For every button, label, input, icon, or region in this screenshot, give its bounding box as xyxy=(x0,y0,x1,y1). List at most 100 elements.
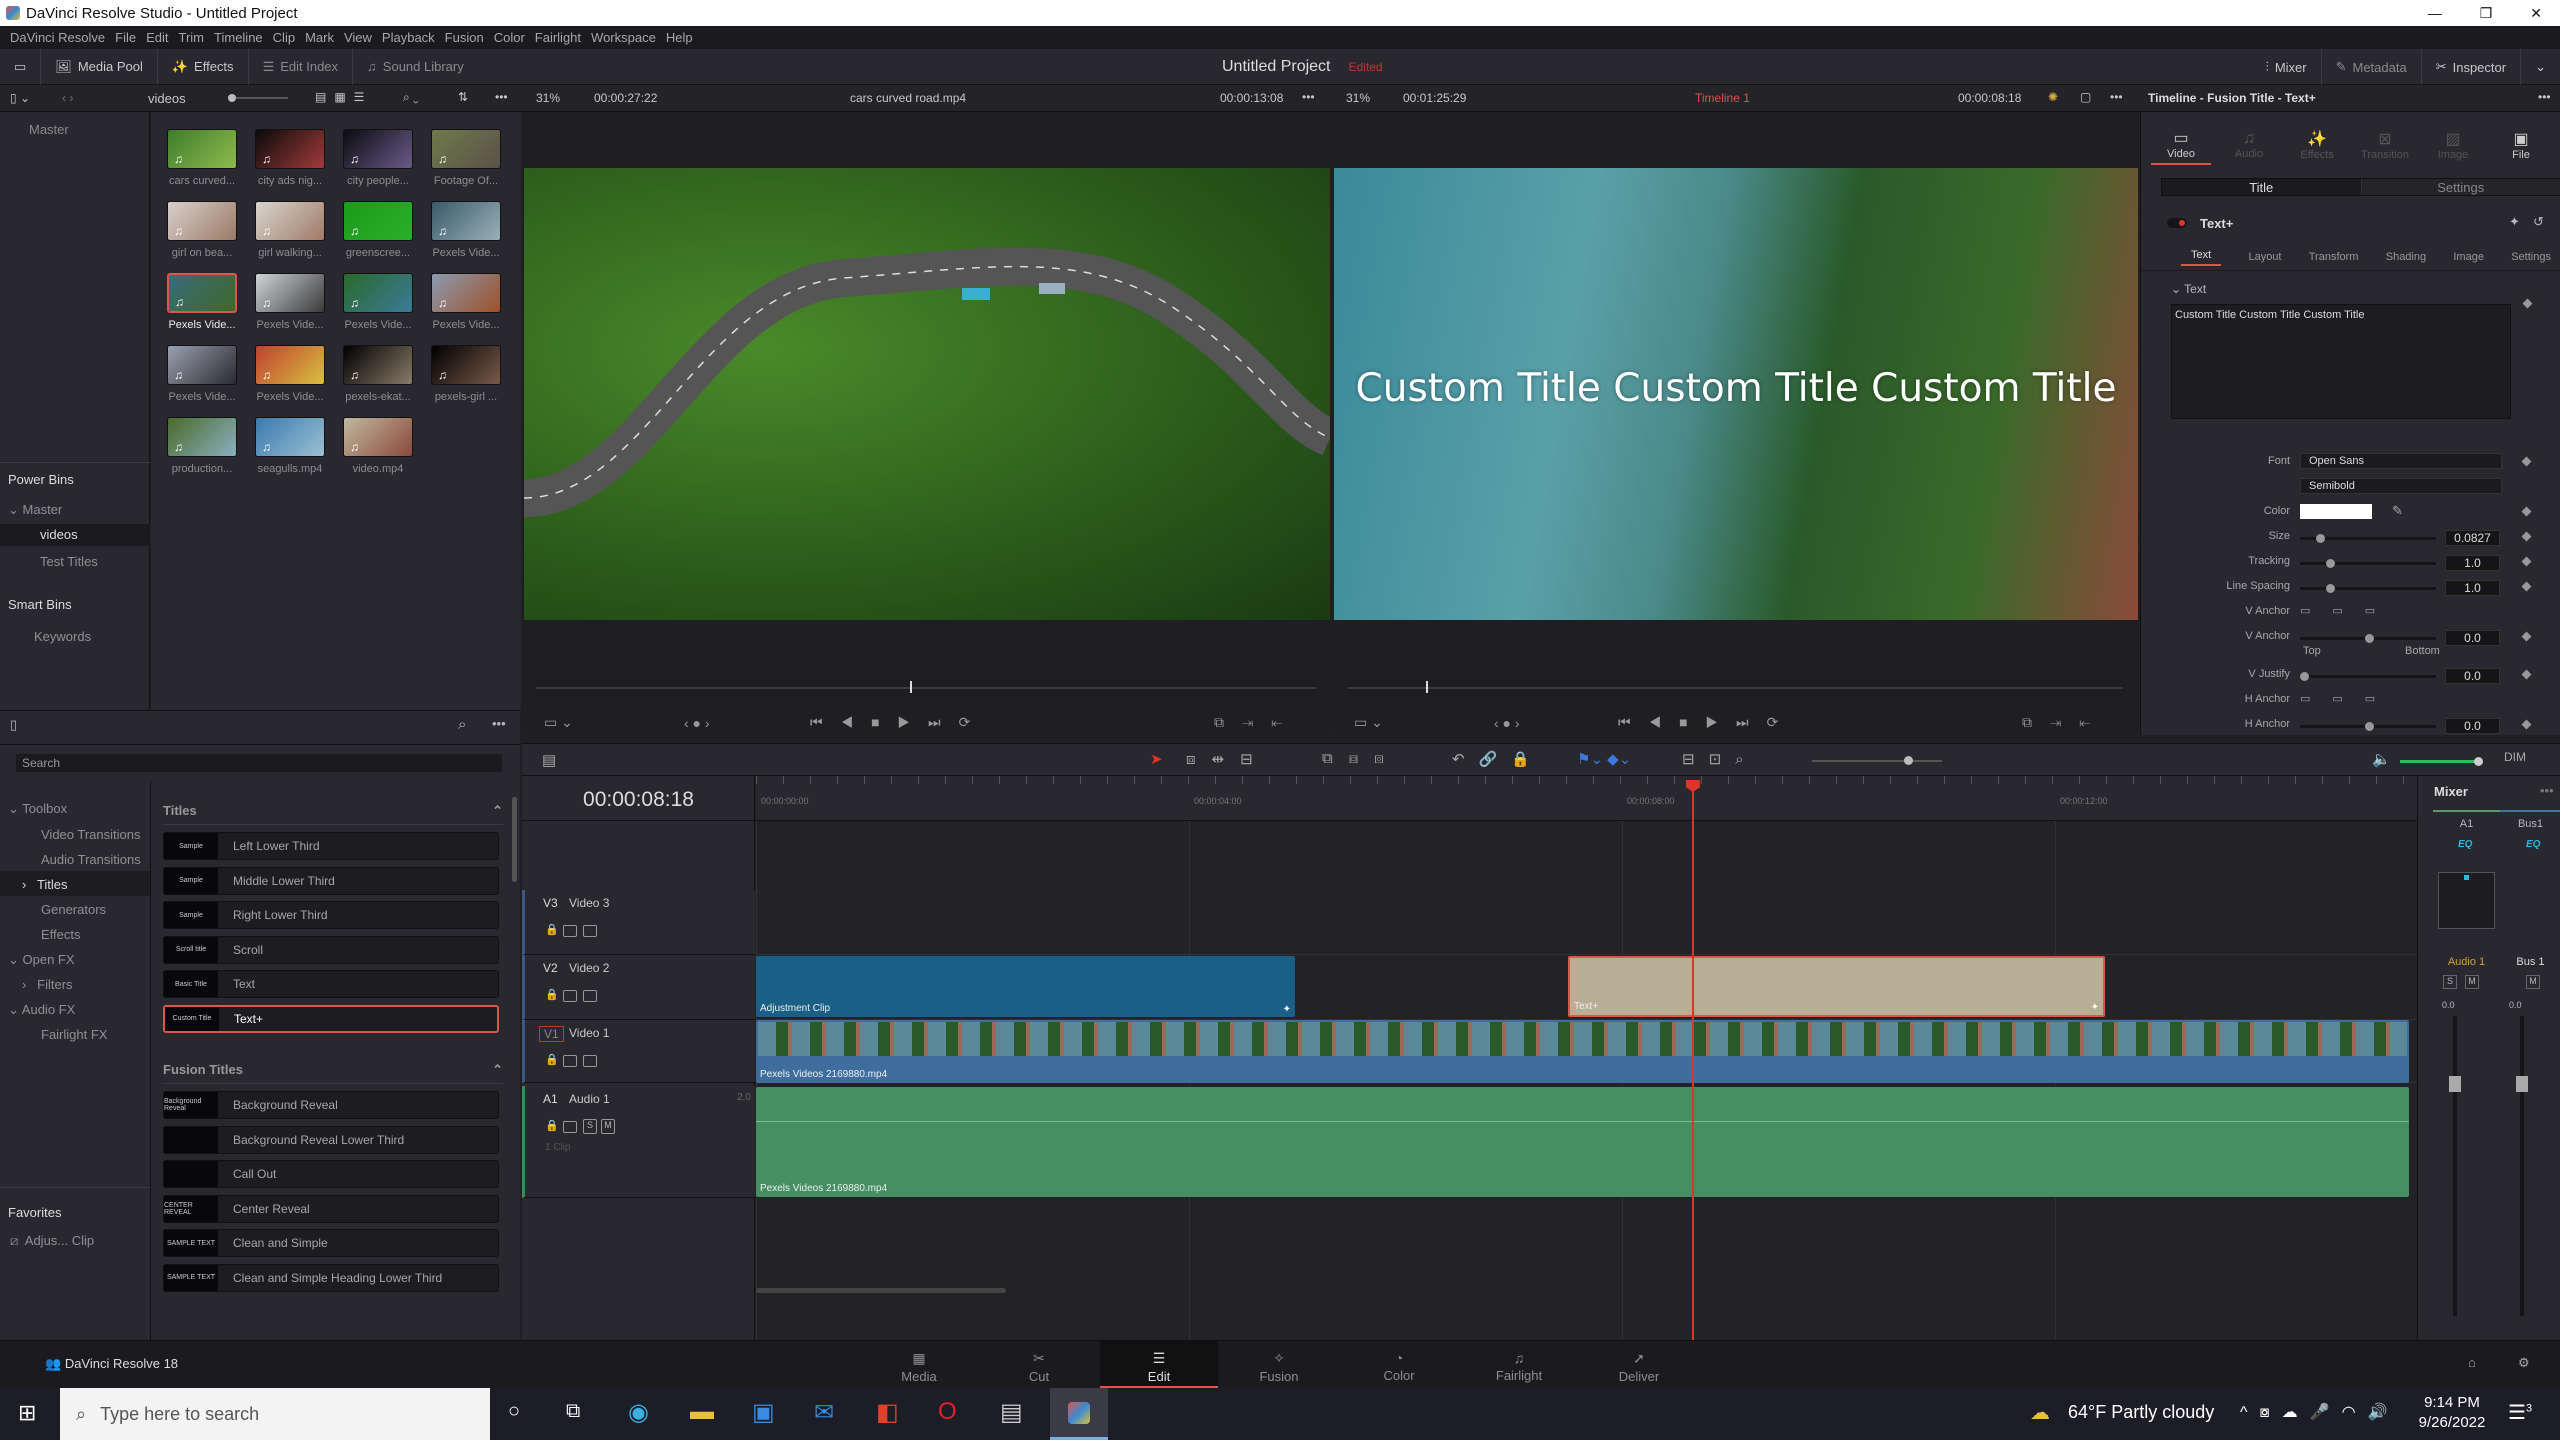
track-id[interactable]: V3 xyxy=(543,896,558,910)
media-clip-thumbnail[interactable]: ♫ xyxy=(167,273,237,313)
power-bin-master[interactable]: ⌄ Master xyxy=(0,502,150,518)
menu-edit[interactable]: Edit xyxy=(146,30,168,45)
font-dropdown[interactable]: Open Sans xyxy=(2300,453,2502,469)
keyframe-icon[interactable] xyxy=(2522,298,2533,309)
track-visibility-icon[interactable] xyxy=(583,990,597,1002)
media-clip-thumbnail[interactable]: ♫ xyxy=(431,345,501,385)
panel-toggle-icon[interactable]: ▯ xyxy=(10,717,17,733)
track-name[interactable]: Video 2 xyxy=(569,961,609,975)
volume-icon[interactable]: 🔈 xyxy=(2372,750,2391,768)
effect-item[interactable]: Basic Title Text xyxy=(163,970,499,998)
track-id[interactable]: V2 xyxy=(543,961,558,975)
keyframe-icon[interactable] xyxy=(2521,531,2532,542)
workspace-toggle-button[interactable]: ▭ xyxy=(0,48,42,85)
weather-text[interactable]: 64°F Partly cloudy xyxy=(2068,1402,2214,1423)
bin-test-titles[interactable]: Test Titles xyxy=(0,554,150,569)
lock-icon[interactable]: 🔒 xyxy=(545,1119,559,1132)
color-swatch[interactable] xyxy=(2300,504,2372,519)
lock-icon[interactable]: 🔒 xyxy=(545,1053,559,1066)
viewer-options-icon[interactable]: ▭ ⌄ xyxy=(1354,714,1383,731)
snap-link-lock-tools[interactable]: ↶🔗🔒 xyxy=(1452,750,1544,768)
media-clip-thumbnail[interactable]: ♫ xyxy=(167,129,237,169)
param-value-input[interactable]: 0.0 xyxy=(2445,718,2500,734)
text-input[interactable]: Custom Title Custom Title Custom Title xyxy=(2171,304,2511,419)
panel-layout-icon[interactable]: ▯ ⌄ xyxy=(10,91,30,105)
keyframe-icon[interactable] xyxy=(2521,631,2532,642)
keyframe-icon[interactable] xyxy=(2521,506,2532,517)
media-clip-thumbnail[interactable]: ♫ xyxy=(255,129,325,169)
auto-select-icon[interactable] xyxy=(563,925,577,937)
jog-control[interactable]: ‹ ● › xyxy=(1494,715,1520,731)
media-clip-thumbnail[interactable]: ♫ xyxy=(431,273,501,313)
node-tab-settings[interactable]: Settings xyxy=(2511,251,2551,263)
audio-clip[interactable]: Pexels Videos 2169880.mp4 xyxy=(756,1087,2409,1197)
tree-titles[interactable]: › Titles xyxy=(0,871,150,896)
slider-knob[interactable] xyxy=(2300,672,2309,681)
track-header-v3[interactable]: V3 Video 3 🔒 xyxy=(522,890,755,955)
timeline-timecode[interactable]: 00:00:08:18 xyxy=(522,776,755,821)
effects-scrollbar[interactable] xyxy=(512,797,517,882)
param-slider[interactable] xyxy=(2300,584,2436,593)
adjustment-clip[interactable]: Adjustment Clip ✦ xyxy=(756,956,1295,1017)
param-slider[interactable] xyxy=(2300,672,2436,681)
effect-item[interactable]: SAMPLE TEXT Clean and Simple Heading Lowe… xyxy=(163,1263,499,1292)
clock-date[interactable]: 9/26/2022 xyxy=(2412,1414,2492,1431)
title-clip[interactable]: Text+ ✦ xyxy=(1568,956,2105,1017)
auto-select-icon[interactable] xyxy=(563,1121,577,1133)
keyframe-icon[interactable] xyxy=(2521,581,2532,592)
solo-button[interactable]: S xyxy=(583,1119,597,1134)
slider-knob[interactable] xyxy=(2326,559,2335,568)
more-options-icon[interactable]: ••• xyxy=(495,90,508,104)
effect-item[interactable]: Sample Left Lower Third xyxy=(163,832,499,860)
office-icon[interactable]: ◧ xyxy=(876,1398,899,1427)
keyframe-icon[interactable] xyxy=(2521,719,2532,730)
insert-controls[interactable]: ⧉⇥⇤ xyxy=(1214,714,1300,731)
mixer-more-icon[interactable]: ••• xyxy=(2540,783,2554,798)
task-view-icon[interactable]: ⧉ xyxy=(566,1400,580,1423)
loop-controls[interactable]: ⧉⇥⇤ xyxy=(2022,714,2108,731)
param-slider[interactable] xyxy=(2300,722,2436,731)
resolve-taskbar-icon[interactable] xyxy=(1050,1388,1108,1440)
slider-knob[interactable] xyxy=(2365,634,2374,643)
volume-slider[interactable] xyxy=(2400,757,2483,766)
inspector-tab-video[interactable]: ▭ Video xyxy=(2151,128,2211,165)
playback-controls[interactable]: ⏮◀■▶⏭⟳ xyxy=(1618,714,1796,731)
media-clip-thumbnail[interactable]: ♫ xyxy=(255,417,325,457)
weather-icon[interactable]: ☁ xyxy=(2030,1400,2050,1425)
file-explorer-icon[interactable]: ▬ xyxy=(690,1398,714,1426)
tree-filters[interactable]: › Filters xyxy=(22,977,73,992)
metadata-button[interactable]: ✎ Metadata xyxy=(2322,49,2422,85)
source-more-icon[interactable]: ••• xyxy=(1302,90,1315,104)
keyframe-icon[interactable] xyxy=(2521,669,2532,680)
bin-videos[interactable]: videos xyxy=(0,524,150,546)
param-slider[interactable] xyxy=(2300,559,2436,568)
flag-icon[interactable]: ⚑⌄ ◆⌄ xyxy=(1577,750,1631,768)
media-clip-thumbnail[interactable]: ♫ xyxy=(255,201,325,241)
effects-button[interactable]: ✨ Effects xyxy=(158,48,249,85)
inspector-tab-audio[interactable]: ♫ Audio xyxy=(2219,130,2279,163)
node-tab-shading[interactable]: Shading xyxy=(2386,251,2426,263)
node-tab-text[interactable]: Text xyxy=(2181,249,2222,266)
mixer-solo-button[interactable]: S xyxy=(2443,975,2457,989)
fader-bus1[interactable] xyxy=(2516,1016,2528,1316)
page-tab-edit[interactable]: ☰ Edit xyxy=(1100,1340,1218,1388)
media-clip-thumbnail[interactable]: ♫ xyxy=(167,417,237,457)
media-clip-thumbnail[interactable]: ♫ xyxy=(343,417,413,457)
clock-time[interactable]: 9:14 PM xyxy=(2412,1394,2492,1411)
source-clip-name[interactable]: cars curved road.mp4 xyxy=(850,91,966,105)
sound-library-button[interactable]: ♫ Sound Library xyxy=(353,49,478,85)
v-anchor-buttons[interactable]: ▭▭▭ xyxy=(2300,604,2397,617)
menu-fusion[interactable]: Fusion xyxy=(445,30,484,45)
media-clip-thumbnail[interactable]: ♫ xyxy=(167,345,237,385)
eq-button-a1[interactable]: EQ xyxy=(2458,839,2472,850)
fader-a1[interactable] xyxy=(2449,1016,2461,1316)
magic-wand-icon[interactable]: ✦ xyxy=(2509,214,2520,230)
media-clip-thumbnail[interactable]: ♫ xyxy=(343,201,413,241)
effect-item[interactable]: SAMPLE TEXT Clean and Simple xyxy=(163,1229,499,1257)
selection-tool-icon[interactable]: ➤ xyxy=(1150,750,1163,768)
tree-audio-transitions[interactable]: Audio Transitions xyxy=(41,852,141,867)
program-more-icon[interactable]: ••• xyxy=(2110,90,2123,104)
system-tray-icons[interactable]: ^⧇☁🎤◠🔊 xyxy=(2240,1402,2400,1422)
page-tab-fusion[interactable]: ✧ Fusion xyxy=(1220,1340,1338,1388)
mail-icon[interactable]: ✉ xyxy=(814,1398,834,1427)
